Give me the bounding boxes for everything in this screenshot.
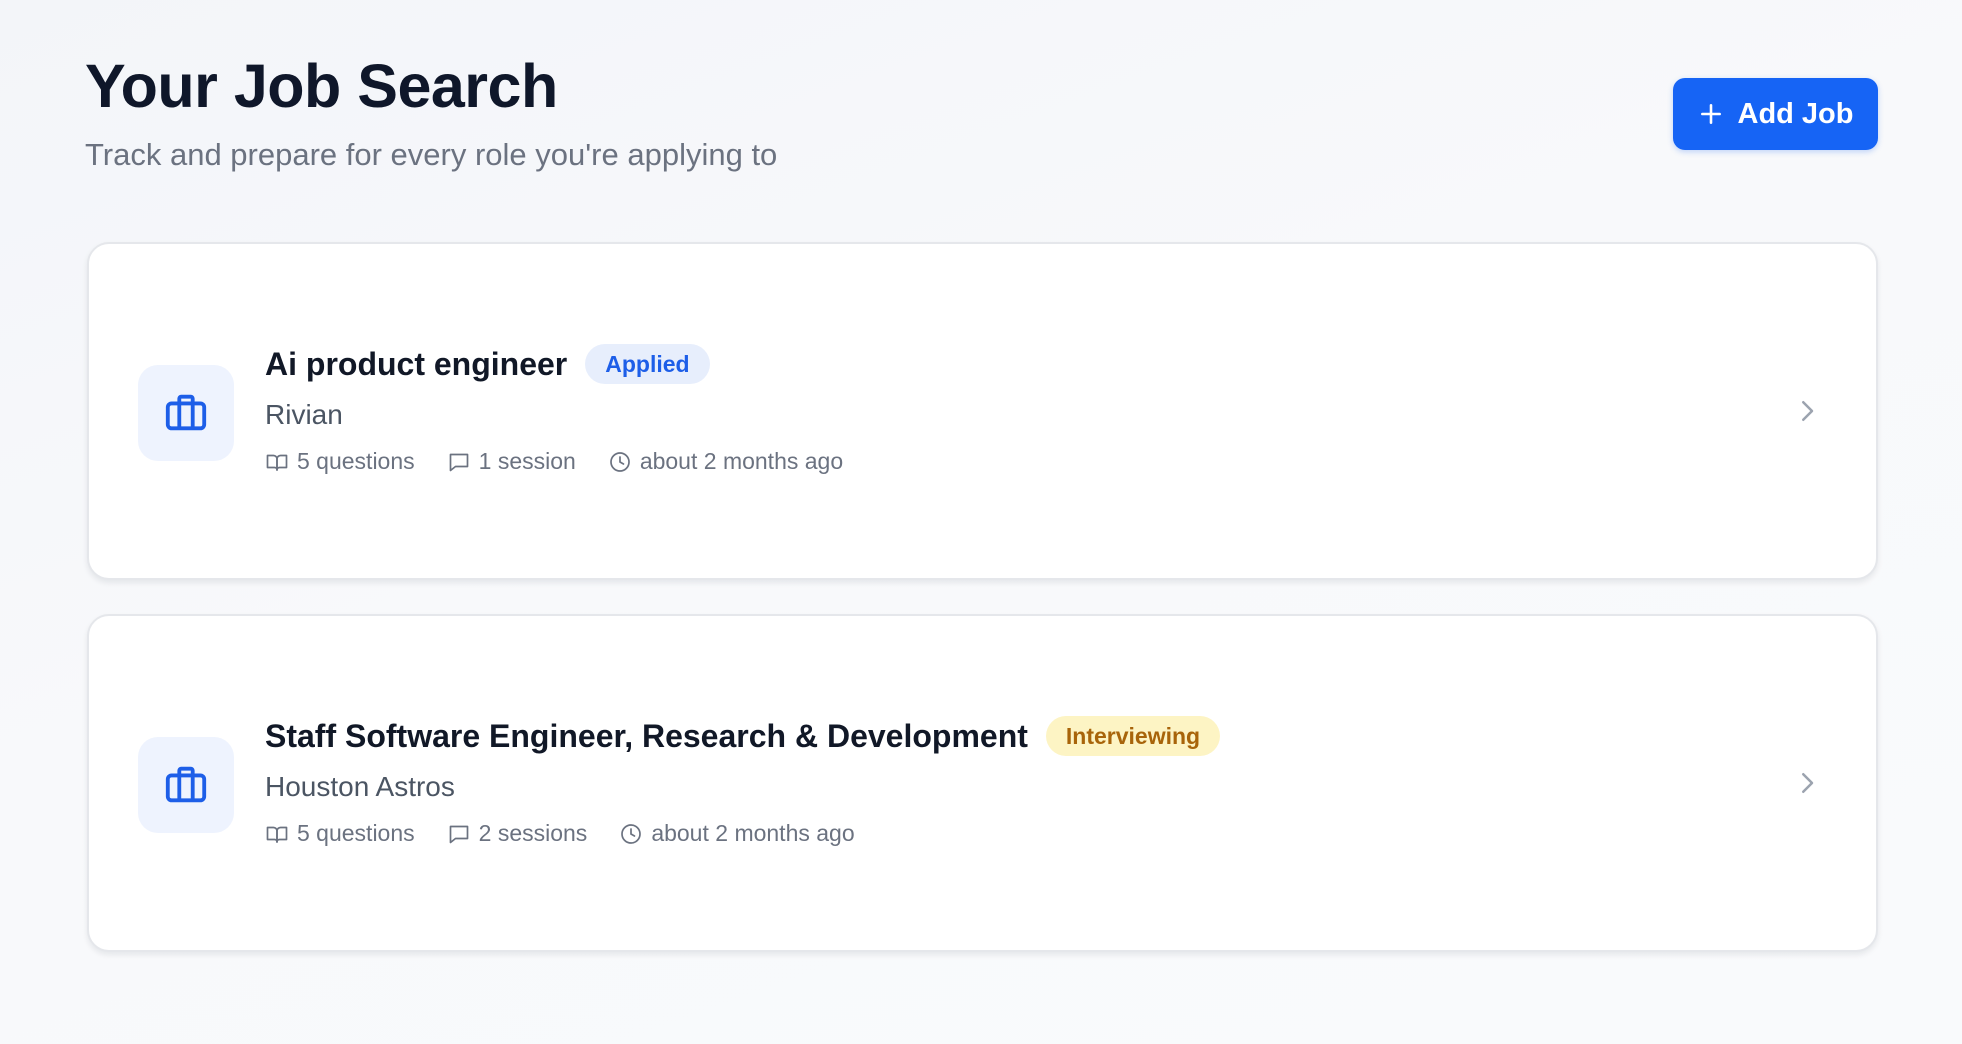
company-name: Houston Astros — [265, 771, 455, 802]
sessions-label: 1 session — [478, 448, 576, 474]
questions-label: 5 questions — [297, 448, 415, 474]
briefcase-icon — [165, 394, 207, 431]
job-meta: 5 questions 1 session about 2 months ago — [265, 448, 1776, 475]
chevron-right-icon[interactable] — [1792, 768, 1822, 798]
plus-icon — [1700, 104, 1721, 124]
job-title-row: Staff Software Engineer, Research & Deve… — [265, 716, 1776, 756]
message-icon — [449, 453, 468, 471]
job-list: Ai product engineer Applied Rivian 5 que… — [87, 242, 1878, 986]
chevron-right-icon[interactable] — [1792, 396, 1822, 426]
job-meta: 5 questions 2 sessions about 2 months ag… — [265, 820, 1776, 847]
briefcase-icon — [165, 766, 207, 803]
job-card[interactable]: Ai product engineer Applied Rivian 5 que… — [87, 242, 1878, 580]
sessions-count: 2 sessions — [447, 820, 588, 847]
job-search-page: Your Job Search Track and prepare for ev… — [0, 0, 1962, 1044]
questions-count: 5 questions — [265, 820, 415, 847]
company-name: Rivian — [265, 399, 343, 430]
status-badge: Interviewing — [1045, 716, 1221, 756]
job-icon-tile — [138, 737, 234, 833]
clock-icon — [609, 451, 630, 472]
page-header: Your Job Search Track and prepare for ev… — [85, 52, 1878, 182]
book-icon — [266, 454, 288, 471]
questions-count: 5 questions — [265, 448, 415, 475]
book-icon — [266, 826, 288, 843]
message-icon — [449, 825, 468, 843]
updated-label: about 2 months ago — [639, 448, 844, 474]
clock-icon — [621, 823, 642, 844]
sessions-count: 1 session — [447, 448, 576, 475]
page-subtitle: Track and prepare for every role you're … — [85, 137, 778, 172]
job-title-row: Ai product engineer Applied — [265, 344, 1776, 384]
last-updated: about 2 months ago — [608, 448, 843, 475]
job-title: Ai product engineer — [265, 345, 568, 382]
job-card-body: Staff Software Engineer, Research & Deve… — [265, 716, 1776, 847]
updated-label: about 2 months ago — [651, 820, 855, 846]
add-job-label: Add Job — [1737, 97, 1854, 130]
job-card-body: Ai product engineer Applied Rivian 5 que… — [265, 344, 1776, 475]
job-title: Staff Software Engineer, Research & Deve… — [265, 717, 1028, 754]
page-title: Your Job Search — [85, 52, 558, 120]
status-badge: Applied — [585, 344, 710, 384]
job-card[interactable]: Staff Software Engineer, Research & Deve… — [87, 614, 1878, 952]
job-icon-tile — [138, 365, 234, 461]
add-job-button[interactable]: Add Job — [1673, 78, 1878, 150]
last-updated: about 2 months ago — [619, 820, 855, 847]
sessions-label: 2 sessions — [478, 820, 588, 846]
questions-label: 5 questions — [297, 820, 415, 846]
